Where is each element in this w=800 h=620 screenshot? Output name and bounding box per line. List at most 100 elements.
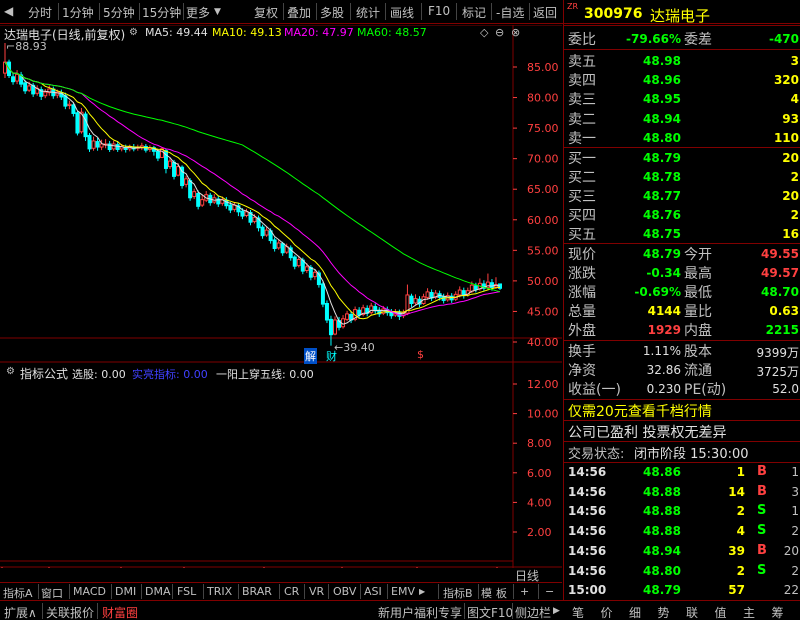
tab-dma[interactable]: DMA xyxy=(145,585,171,598)
buy-price: 48.78 xyxy=(643,170,681,184)
tab-window[interactable]: 窗口 xyxy=(41,585,63,601)
sell-row[interactable]: 卖四 48.96 320 xyxy=(564,70,800,90)
indicator-tick-label: 12.00 xyxy=(527,378,559,391)
settings-gear-icon[interactable]: ⚙ xyxy=(129,27,138,38)
status-related-quote[interactable]: 关联报价 xyxy=(46,604,94,620)
trade-price: 48.94 xyxy=(643,543,681,558)
sell-row[interactable]: 卖一 48.80 110 xyxy=(564,128,800,148)
indicator-settings-icon[interactable]: ⚙ xyxy=(6,366,15,377)
chart-close-icon[interactable]: ⊗ xyxy=(511,26,520,39)
tab-vr[interactable]: VR xyxy=(309,585,324,598)
price-tick-label: 60.00 xyxy=(527,214,559,227)
status-sidebar[interactable]: 侧边栏 xyxy=(515,604,551,620)
side-tab-7[interactable]: 筹 xyxy=(772,604,784,620)
tab-more-icon[interactable]: ▶ xyxy=(419,587,425,596)
candle-body xyxy=(43,91,48,97)
buy-row[interactable]: 买二 48.78 2 xyxy=(564,167,800,187)
side-tab-5[interactable]: 值 xyxy=(715,604,727,620)
back-arrow-icon[interactable]: ◀ xyxy=(4,4,13,18)
tab-macd[interactable]: MACD xyxy=(73,585,106,598)
status-f10[interactable]: 图文F10 xyxy=(467,604,513,620)
toolbar-btn-watchlist[interactable]: -自选 xyxy=(496,4,524,21)
quote-panel: ZR 300976 达瑞电子 委比 -79.66% 委差 -470 卖五 48.… xyxy=(563,0,800,600)
trade-price: 48.79 xyxy=(643,583,681,598)
toolbar-btn-stats[interactable]: 统计 xyxy=(356,4,380,21)
side-tab-2[interactable]: 细 xyxy=(629,604,641,620)
candle-body xyxy=(296,259,301,267)
buy-volume: 20 xyxy=(782,189,799,203)
stock-name[interactable]: 达瑞电子 xyxy=(650,5,710,26)
candle-body xyxy=(345,313,350,320)
indicator-title[interactable]: 指标公式 xyxy=(20,365,68,382)
toolbar-btn-overlay[interactable]: 叠加 xyxy=(287,4,311,21)
sell-volume: 3 xyxy=(790,54,799,68)
status-wealth-circle[interactable]: 财富圈 xyxy=(102,604,138,620)
tab-obv[interactable]: OBV xyxy=(333,585,356,598)
toolbar-btn-mark[interactable]: 标记 xyxy=(462,4,486,21)
more-dropdown-icon[interactable]: ▼ xyxy=(214,7,221,17)
promo-profit[interactable]: 公司已盈利 投票权无差异 xyxy=(568,422,726,442)
tab-emv[interactable]: EMV xyxy=(391,585,415,598)
toolbar-btn-f10[interactable]: F10 xyxy=(428,4,450,18)
tab-minus[interactable]: − xyxy=(545,585,554,598)
candle-body xyxy=(172,161,177,177)
stat-row: 总量 4144 量比 0.63 xyxy=(564,301,800,321)
candle-body xyxy=(240,210,245,217)
kline-chart-area[interactable]: 85.00 80.00 75.00 70.00 65.00 60.00 55.00 50.00… xyxy=(0,24,562,583)
side-tab-0[interactable]: 笔 xyxy=(572,604,584,620)
chart-minus-icon[interactable]: ⊖ xyxy=(495,26,504,39)
promo-qiandang[interactable]: 仅需20元查看千档行情 xyxy=(568,401,712,421)
toolbar-btn-15min[interactable]: 15分钟 xyxy=(142,4,181,21)
sell-row[interactable]: 卖二 48.94 93 xyxy=(564,109,800,129)
tab-brar[interactable]: BRAR xyxy=(242,585,272,598)
marker-cai[interactable]: 财 xyxy=(326,348,337,364)
stat-label: 涨幅 xyxy=(568,285,596,301)
stock-code[interactable]: 300976 xyxy=(584,6,642,22)
tab-indicator-b[interactable]: 指标B xyxy=(443,585,473,601)
tab-dmi[interactable]: DMI xyxy=(115,585,136,598)
status-expand[interactable]: 扩展∧ xyxy=(4,604,37,620)
marker-jie[interactable]: 解 xyxy=(304,348,317,364)
tab-trix[interactable]: TRIX xyxy=(207,585,232,598)
sell-row[interactable]: 卖三 48.95 4 xyxy=(564,89,800,109)
buy-row[interactable]: 买三 48.77 20 xyxy=(564,186,800,206)
side-tab-1[interactable]: 价 xyxy=(601,604,613,620)
promo-row-2[interactable]: 公司已盈利 投票权无差异 xyxy=(564,421,800,441)
fin-row: 收益(一) 0.230 PE(动) 52.0 xyxy=(564,379,800,399)
tab-indicator-a[interactable]: 指标A xyxy=(3,585,33,601)
toolbar-btn-return[interactable]: 返回 xyxy=(533,4,557,21)
toolbar-btn-more[interactable]: 更多 xyxy=(186,4,210,21)
sell-row[interactable]: 卖五 48.98 3 xyxy=(564,51,800,71)
tab-template-1[interactable]: 模 xyxy=(481,585,492,601)
side-tab-4[interactable]: 联 xyxy=(686,604,698,620)
stat-value-2: 0.63 xyxy=(769,304,799,318)
tab-template-2[interactable]: 板 xyxy=(496,585,507,601)
tab-cr[interactable]: CR xyxy=(284,585,299,598)
trade-count: 1 xyxy=(791,504,799,519)
tab-asi[interactable]: ASI xyxy=(364,585,382,598)
price-tick-label: 75.00 xyxy=(527,122,559,135)
toolbar-btn-5min[interactable]: 5分钟 xyxy=(103,4,135,21)
toolbar-btn-multi[interactable]: 多股 xyxy=(320,4,344,21)
buy-row[interactable]: 买五 48.75 16 xyxy=(564,224,800,244)
side-tab-6[interactable]: 主 xyxy=(743,604,755,620)
kline-chart-svg[interactable]: 85.00 80.00 75.00 70.00 65.00 60.00 55.00 50.00… xyxy=(0,24,562,581)
sidebar-toggle-icon[interactable]: ▶ xyxy=(553,606,560,616)
toolbar-btn-1min[interactable]: 1分钟 xyxy=(62,4,94,21)
price-tick-label: 65.00 xyxy=(527,183,559,196)
toolbar-btn-fuquan[interactable]: 复权 xyxy=(254,4,278,21)
chart-menu-icon[interactable]: ◇ xyxy=(480,26,488,39)
promo-row-1[interactable]: 仅需20元查看千档行情 xyxy=(564,400,800,420)
toolbar-btn-minute[interactable]: 分时 xyxy=(28,4,52,21)
buy-row[interactable]: 买一 48.79 20 xyxy=(564,148,800,168)
tab-fsl[interactable]: FSL xyxy=(177,585,196,598)
buy-row[interactable]: 买四 48.76 2 xyxy=(564,205,800,225)
tab-plus[interactable]: + xyxy=(520,585,529,598)
candle-body xyxy=(276,242,281,249)
status-new-user[interactable]: 新用户福利专享 xyxy=(378,604,462,620)
trade-volume: 2 xyxy=(736,563,745,578)
weibi-value: -79.66% xyxy=(626,32,681,46)
marker-dollar[interactable]: $ xyxy=(417,348,424,361)
side-tab-3[interactable]: 势 xyxy=(658,604,670,620)
toolbar-btn-draw[interactable]: 画线 xyxy=(390,4,414,21)
